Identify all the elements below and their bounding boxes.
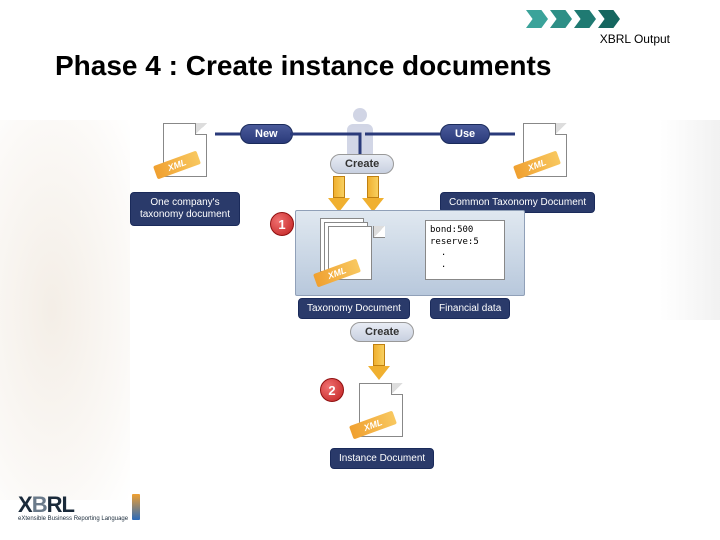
arrow-down-1b xyxy=(362,176,384,212)
financial-data-box: bond:500 reserve:5 . . xyxy=(425,220,505,280)
page-title: Phase 4 : Create instance documents xyxy=(55,50,551,82)
taxonomy-doc-stack-icon: XML xyxy=(320,218,380,284)
financial-data-label: Financial data xyxy=(430,298,510,319)
arrow-down-1a xyxy=(328,176,350,212)
create-action-bottom: Create xyxy=(350,322,414,342)
diagram: XML One company's taxonomy document XML … xyxy=(130,100,590,480)
common-taxonomy-doc-icon: XML xyxy=(520,120,570,180)
logo-mark-icon xyxy=(132,494,140,520)
xbrl-logo: XBRL eXtensible Business Reporting Langu… xyxy=(18,492,140,522)
create-action-top: Create xyxy=(330,154,394,174)
step-badge-1: 1 xyxy=(270,212,294,236)
header-tag: XBRL Output xyxy=(600,32,670,46)
step-badge-2: 2 xyxy=(320,378,344,402)
header-chevrons xyxy=(526,10,620,28)
taxonomy-doc-label: Taxonomy Document xyxy=(298,298,410,319)
instance-doc-label: Instance Document xyxy=(330,448,434,469)
company-taxonomy-label: One company's taxonomy document xyxy=(130,192,240,226)
arrow-down-2 xyxy=(368,344,390,380)
company-taxonomy-doc-icon: XML xyxy=(160,120,210,180)
instance-doc-icon: XML xyxy=(356,380,406,440)
